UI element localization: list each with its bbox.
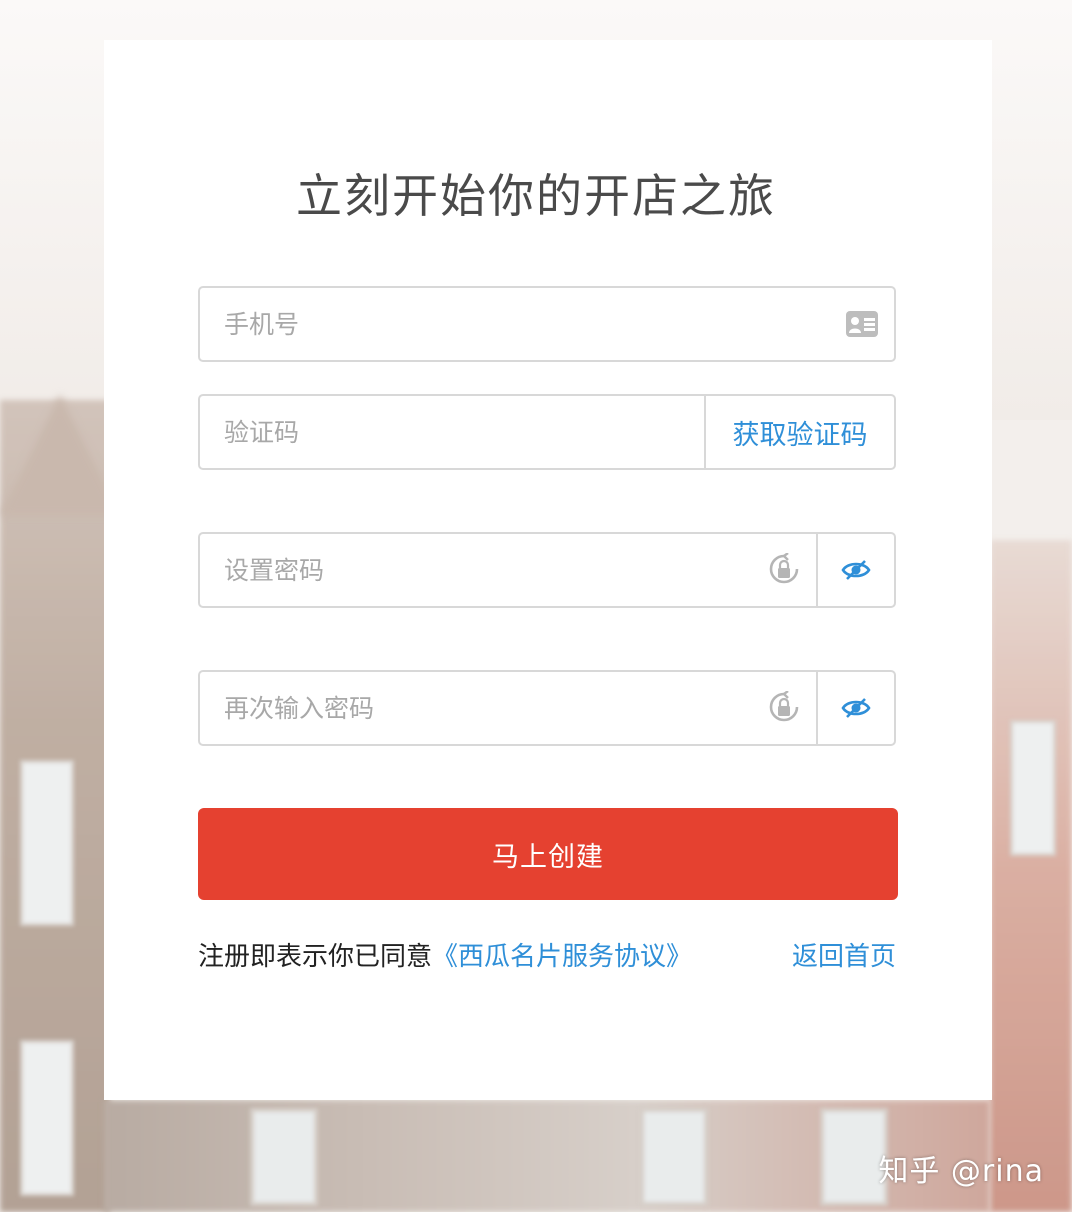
verification-code-input[interactable] [200, 395, 704, 469]
agreement-text: 注册即表示你已同意《西瓜名片服务协议》 [198, 936, 692, 973]
confirm-password-field [198, 670, 896, 746]
code-field: 获取验证码 [198, 394, 896, 470]
phone-field [198, 286, 896, 362]
toggle-password-visibility-button[interactable] [816, 534, 894, 606]
service-agreement-link[interactable]: 《西瓜名片服务协议》 [432, 942, 692, 972]
watermark: 知乎 @rina [878, 1154, 1044, 1189]
get-code-button[interactable]: 获取验证码 [704, 396, 894, 468]
confirm-password-input[interactable] [200, 671, 752, 745]
toggle-confirm-password-visibility-button[interactable] [816, 672, 894, 744]
eye-icon [841, 698, 871, 718]
return-home-link[interactable]: 返回首页 [792, 936, 896, 973]
lock-refresh-icon [752, 534, 816, 606]
agreement-prefix: 注册即表示你已同意 [198, 942, 433, 972]
create-button[interactable]: 马上创建 [198, 808, 898, 900]
id-card-icon [830, 288, 894, 360]
password-input[interactable] [200, 533, 752, 607]
eye-icon [841, 560, 871, 580]
password-field [198, 532, 896, 608]
lock-refresh-icon [752, 672, 816, 744]
page-title: 立刻开始你的开店之旅 [296, 169, 776, 223]
phone-input[interactable] [200, 287, 830, 361]
